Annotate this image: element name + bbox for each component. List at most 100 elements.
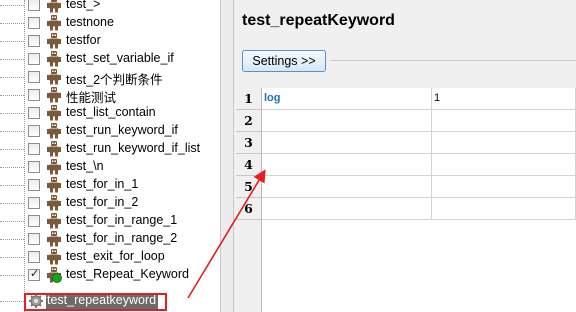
tree-connector bbox=[0, 167, 24, 168]
tree-item-label[interactable]: test_for_in_range_1 bbox=[66, 213, 177, 227]
editor-panel: test_repeatKeyword Settings >> 1 log 1 2 3 4 5… bbox=[234, 0, 576, 312]
grid-row-header[interactable]: 6 bbox=[236, 198, 262, 220]
keyword-grid[interactable]: 1 log 1 2 3 4 5 6 bbox=[236, 88, 576, 312]
tree-item[interactable]: test_\n bbox=[0, 158, 220, 176]
robot-icon bbox=[47, 177, 61, 193]
tree-connector bbox=[0, 239, 24, 240]
tree-item-label[interactable]: testnone bbox=[66, 15, 114, 29]
tree-item-checkbox[interactable] bbox=[28, 197, 40, 209]
robot-icon bbox=[47, 231, 61, 247]
tree-item-label[interactable]: test_for_in_1 bbox=[66, 177, 138, 191]
tree-item[interactable]: test_for_in_1 bbox=[0, 176, 220, 194]
tree-item-label[interactable]: test_for_in_range_2 bbox=[66, 231, 177, 245]
page-title: test_repeatKeyword bbox=[242, 12, 395, 29]
grid-keyword-cell[interactable] bbox=[262, 132, 432, 154]
robot-icon bbox=[47, 105, 61, 121]
robot-icon bbox=[47, 87, 61, 103]
robot-icon bbox=[47, 159, 61, 175]
tree-item-label[interactable]: test_> bbox=[66, 0, 100, 11]
tree-item-label[interactable]: test_\n bbox=[66, 159, 104, 173]
tree-item[interactable]: test_run_keyword_if_list bbox=[0, 140, 220, 158]
robot-icon bbox=[47, 33, 61, 49]
tree-item[interactable]: test_set_variable_if bbox=[0, 50, 220, 68]
pane-splitter[interactable] bbox=[220, 0, 234, 312]
tree-connector bbox=[0, 149, 24, 150]
grid-row-header[interactable]: 4 bbox=[236, 154, 262, 176]
tree-item[interactable]: test_for_in_range_2 bbox=[0, 230, 220, 248]
tree-item-checkbox[interactable] bbox=[28, 17, 40, 29]
tree-item[interactable]: test_for_in_range_1 bbox=[0, 212, 220, 230]
tree-item-label[interactable]: test_run_keyword_if_list bbox=[66, 141, 200, 155]
tree-connector bbox=[0, 41, 24, 42]
grid-row-header[interactable]: 3 bbox=[236, 132, 262, 154]
tree-item[interactable]: test_for_in_2 bbox=[0, 194, 220, 212]
tree-item-checkbox[interactable] bbox=[28, 53, 40, 65]
robot-icon bbox=[47, 141, 61, 157]
tree-item-checkbox[interactable] bbox=[28, 71, 40, 83]
tree-item-checkbox[interactable]: ✓ bbox=[28, 267, 40, 281]
tree-item-checkbox[interactable] bbox=[28, 233, 40, 245]
tree-item[interactable]: 性能测试 bbox=[0, 86, 220, 105]
tree-item-checkbox[interactable] bbox=[28, 215, 40, 227]
robot-icon bbox=[47, 195, 61, 211]
tree-item-label[interactable]: test_set_variable_if bbox=[66, 51, 174, 65]
tree-item[interactable]: testfor bbox=[0, 32, 220, 50]
grid-row-header[interactable]: 5 bbox=[236, 176, 262, 198]
grid-argument-cell[interactable] bbox=[432, 132, 576, 154]
tree-item[interactable]: test_list_contain bbox=[0, 104, 220, 122]
settings-button[interactable]: Settings >> bbox=[242, 50, 326, 72]
tree-connector bbox=[0, 77, 24, 78]
tree-item-label[interactable]: testfor bbox=[66, 33, 101, 47]
tree-item[interactable]: test_> bbox=[0, 0, 220, 14]
grid-keyword-cell[interactable] bbox=[262, 110, 432, 132]
row-header-fill bbox=[236, 220, 262, 312]
tree-connector bbox=[0, 59, 24, 60]
robot-icon bbox=[47, 69, 61, 85]
robot-icon bbox=[47, 123, 61, 139]
grid-argument-cell[interactable]: 1 bbox=[432, 88, 576, 110]
grid-keyword-cell[interactable] bbox=[262, 154, 432, 176]
tree-connector bbox=[0, 185, 24, 186]
tree-item-checkbox[interactable] bbox=[28, 0, 40, 11]
robot-icon bbox=[47, 249, 61, 265]
tree-item-checkbox[interactable] bbox=[28, 161, 40, 173]
grid-argument-cell[interactable] bbox=[432, 110, 576, 132]
robot-icon bbox=[47, 213, 61, 229]
tree-item-checkbox[interactable] bbox=[28, 251, 40, 263]
tree-connector bbox=[0, 95, 24, 96]
settings-divider bbox=[330, 60, 576, 61]
tree-connector bbox=[0, 203, 24, 204]
tree-item-checkbox[interactable] bbox=[28, 125, 40, 137]
tree-item-checkbox[interactable] bbox=[28, 179, 40, 191]
tree-item[interactable]: test_2个判断条件 bbox=[0, 68, 220, 87]
tree-connector bbox=[0, 257, 24, 258]
tree-item-checkbox[interactable] bbox=[28, 35, 40, 47]
tree-item[interactable]: testnone bbox=[0, 14, 220, 32]
robot-icon bbox=[47, 51, 61, 67]
tree-item-label[interactable]: test_Repeat_Keyword bbox=[66, 267, 189, 281]
tree-item-label[interactable]: test_for_in_2 bbox=[66, 195, 138, 209]
tree-item-label[interactable]: test_exit_for_loop bbox=[66, 249, 165, 263]
grid-keyword-cell[interactable] bbox=[262, 176, 432, 198]
tree-item[interactable]: ✓ test_Repeat_Keyword bbox=[0, 266, 220, 284]
tree-item-label[interactable]: test_run_keyword_if bbox=[66, 123, 178, 137]
grid-keyword-cell[interactable]: log bbox=[262, 88, 432, 110]
tree-connector bbox=[0, 301, 24, 302]
tree-connector bbox=[0, 5, 24, 6]
checkmark-icon: ✓ bbox=[30, 267, 40, 280]
grid-keyword-cell[interactable] bbox=[262, 198, 432, 220]
tree-item[interactable]: test_run_keyword_if bbox=[0, 122, 220, 140]
tree-item-checkbox[interactable] bbox=[28, 89, 40, 101]
robot-icon bbox=[47, 0, 61, 13]
grid-argument-cell[interactable] bbox=[432, 176, 576, 198]
tree-item[interactable]: test_exit_for_loop bbox=[0, 248, 220, 266]
tree-item-checkbox[interactable] bbox=[28, 107, 40, 119]
tree-item-label[interactable]: test_list_contain bbox=[66, 105, 156, 119]
grid-argument-cell[interactable] bbox=[432, 154, 576, 176]
tree-connector bbox=[0, 131, 24, 132]
tree-item-checkbox[interactable] bbox=[28, 143, 40, 155]
grid-argument-cell[interactable] bbox=[432, 198, 576, 220]
grid-row-header[interactable]: 2 bbox=[236, 110, 262, 132]
grid-row-header[interactable]: 1 bbox=[236, 88, 262, 110]
tree-connector bbox=[0, 113, 24, 114]
